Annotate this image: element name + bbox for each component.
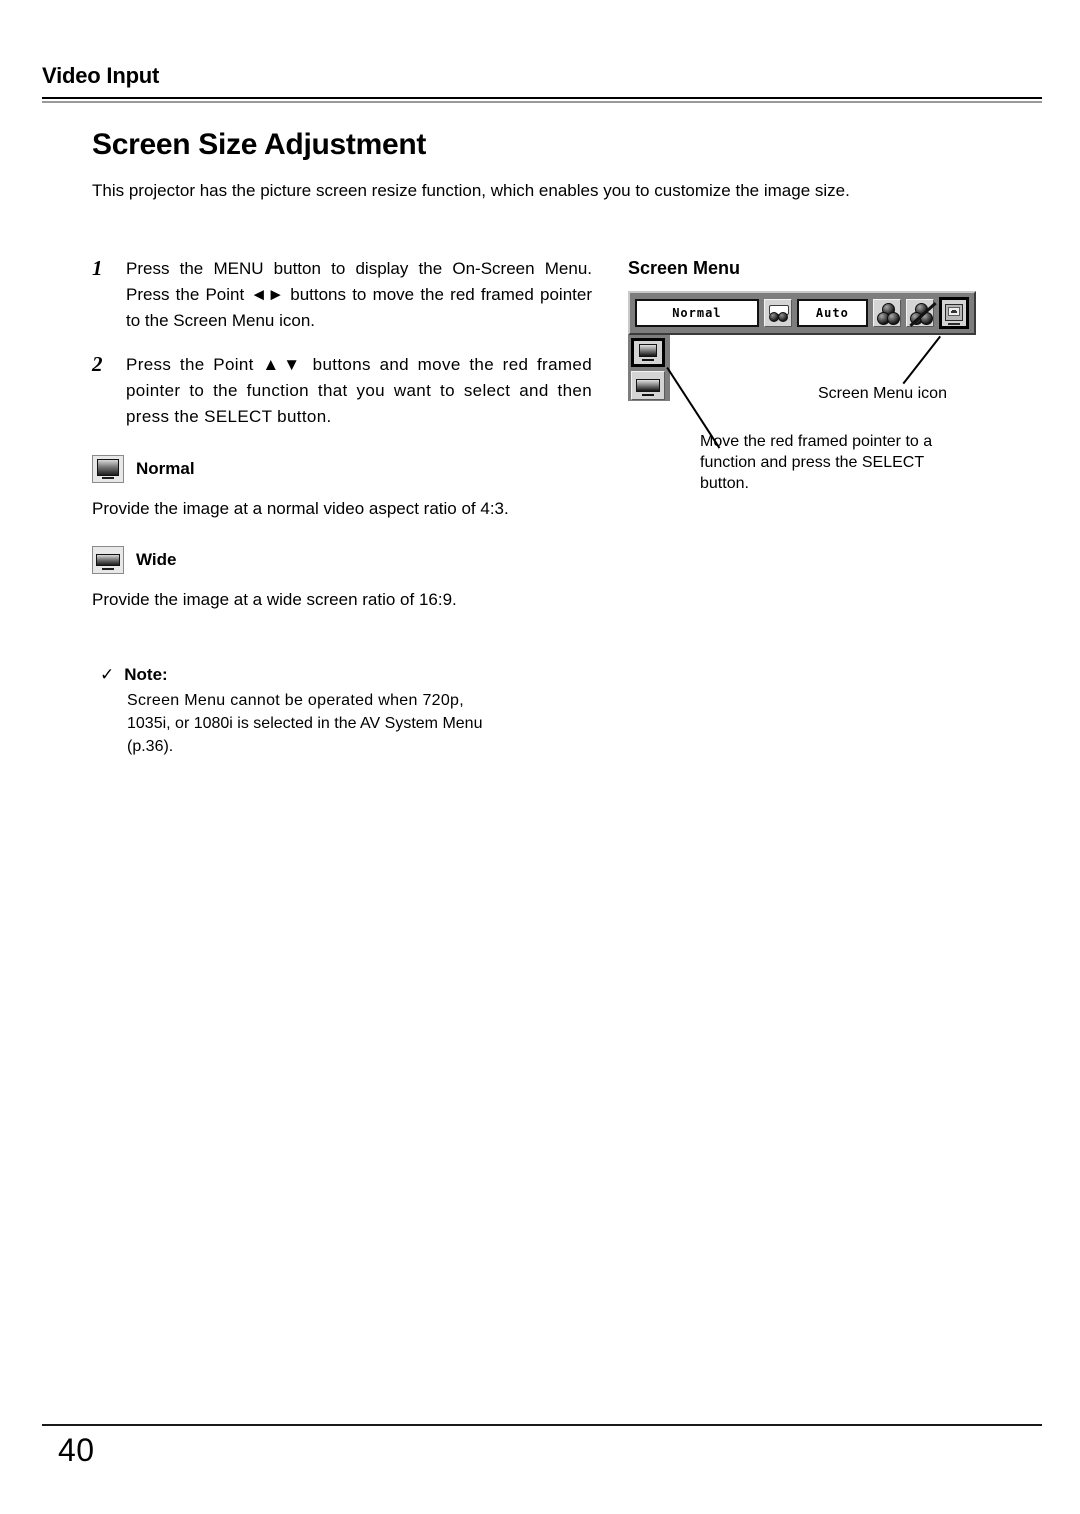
screen-glyph-body <box>97 459 119 476</box>
osd-menu-bar: Normal Auto <box>628 291 976 335</box>
function-label: Normal <box>136 459 195 478</box>
screen-menu-inner <box>948 307 960 316</box>
footer-rule <box>42 1424 1042 1426</box>
wide-screen-stand <box>642 394 654 396</box>
intro-paragraph: This projector has the picture screen re… <box>92 181 850 200</box>
screen-glyph-stand <box>102 568 114 570</box>
function-description: Provide the image at a wide screen ratio… <box>92 590 457 609</box>
video-source-icon[interactable] <box>763 299 792 327</box>
steps-list: 1 Press the MENU button to display the O… <box>92 256 592 448</box>
note-body: Screen Menu cannot be operated when 720p… <box>127 689 620 758</box>
step-item: 2 Press the Point ▲▼ buttons and move th… <box>92 352 592 430</box>
screen-menu-stand <box>948 323 960 325</box>
screen-glyph-body <box>96 554 120 566</box>
callout-line: button. <box>700 475 749 492</box>
normal-screen-icon <box>92 455 124 483</box>
function-section-wide: Wide Provide the image at a wide screen … <box>92 546 612 612</box>
step-text: Press the Point ▲▼ buttons and move the … <box>126 355 592 426</box>
normal-screen-stand <box>642 359 654 361</box>
screen-glyph-stand <box>102 477 114 479</box>
page-header: Video Input <box>42 62 1042 90</box>
callout-screen-menu-icon: Screen Menu icon <box>818 385 947 402</box>
function-heading: Wide <box>92 546 612 574</box>
osd-field-auto: Auto <box>796 299 868 327</box>
callout-line: function and press the SELECT <box>700 454 925 471</box>
step-text: Press the MENU button to display the On-… <box>126 259 592 330</box>
step-number: 1 <box>92 256 103 280</box>
running-header-title: Video Input <box>42 63 160 88</box>
screen-menu-figure: Screen Menu Normal Auto Screen Menu icon… <box>628 258 1028 492</box>
wide-screen-icon <box>92 546 124 574</box>
note-body-line: 1035i, or 1080i is selected in the AV Sy… <box>127 715 483 732</box>
note-heading: ✓ Note: <box>100 665 620 685</box>
callout-line: Move the red framed pointer to a <box>700 433 933 450</box>
note-title: Note: <box>124 665 168 684</box>
leader-line-screen-menu-icon <box>902 335 941 385</box>
normal-screen-glyph <box>639 344 657 357</box>
video-icon-reel-right <box>777 312 788 322</box>
color-balls-icon[interactable] <box>873 299 901 327</box>
header-rule-secondary <box>42 101 1042 103</box>
step-item: 1 Press the MENU button to display the O… <box>92 256 592 334</box>
page-title: Screen Size Adjustment <box>92 128 427 161</box>
figure-title: Screen Menu <box>628 258 741 278</box>
screen-menu-dot <box>951 310 957 313</box>
function-description: Provide the image at a normal video aspe… <box>92 499 509 518</box>
checkmark-icon: ✓ <box>100 665 115 684</box>
function-label: Wide <box>136 550 177 569</box>
header-rule-primary <box>42 97 1042 99</box>
callout-move-pointer: Move the red framed pointer to a functio… <box>700 431 1000 494</box>
note-body-line: Screen Menu cannot be operated when 720p… <box>127 692 464 709</box>
ball-right <box>887 312 900 325</box>
submenu-item-wide[interactable] <box>631 371 665 400</box>
screen-menu-frame <box>945 304 963 321</box>
wide-screen-glyph <box>636 379 660 392</box>
submenu-item-normal[interactable] <box>631 338 665 367</box>
function-section-normal: Normal Provide the image at a normal vid… <box>92 455 612 521</box>
screen-menu-icon[interactable] <box>939 297 969 329</box>
osd-mockup: Normal Auto Screen Menu icon Move the re… <box>628 291 976 492</box>
note-body-line: (p.36). <box>127 738 174 755</box>
page-number: 40 <box>58 1432 95 1468</box>
note-block: ✓ Note: Screen Menu cannot be operated w… <box>100 665 620 758</box>
osd-submenu-column <box>628 335 670 401</box>
osd-field-normal: Normal <box>635 299 759 327</box>
function-heading: Normal <box>92 455 612 483</box>
color-balls-off-icon[interactable] <box>906 299 937 327</box>
step-number: 2 <box>92 352 103 376</box>
